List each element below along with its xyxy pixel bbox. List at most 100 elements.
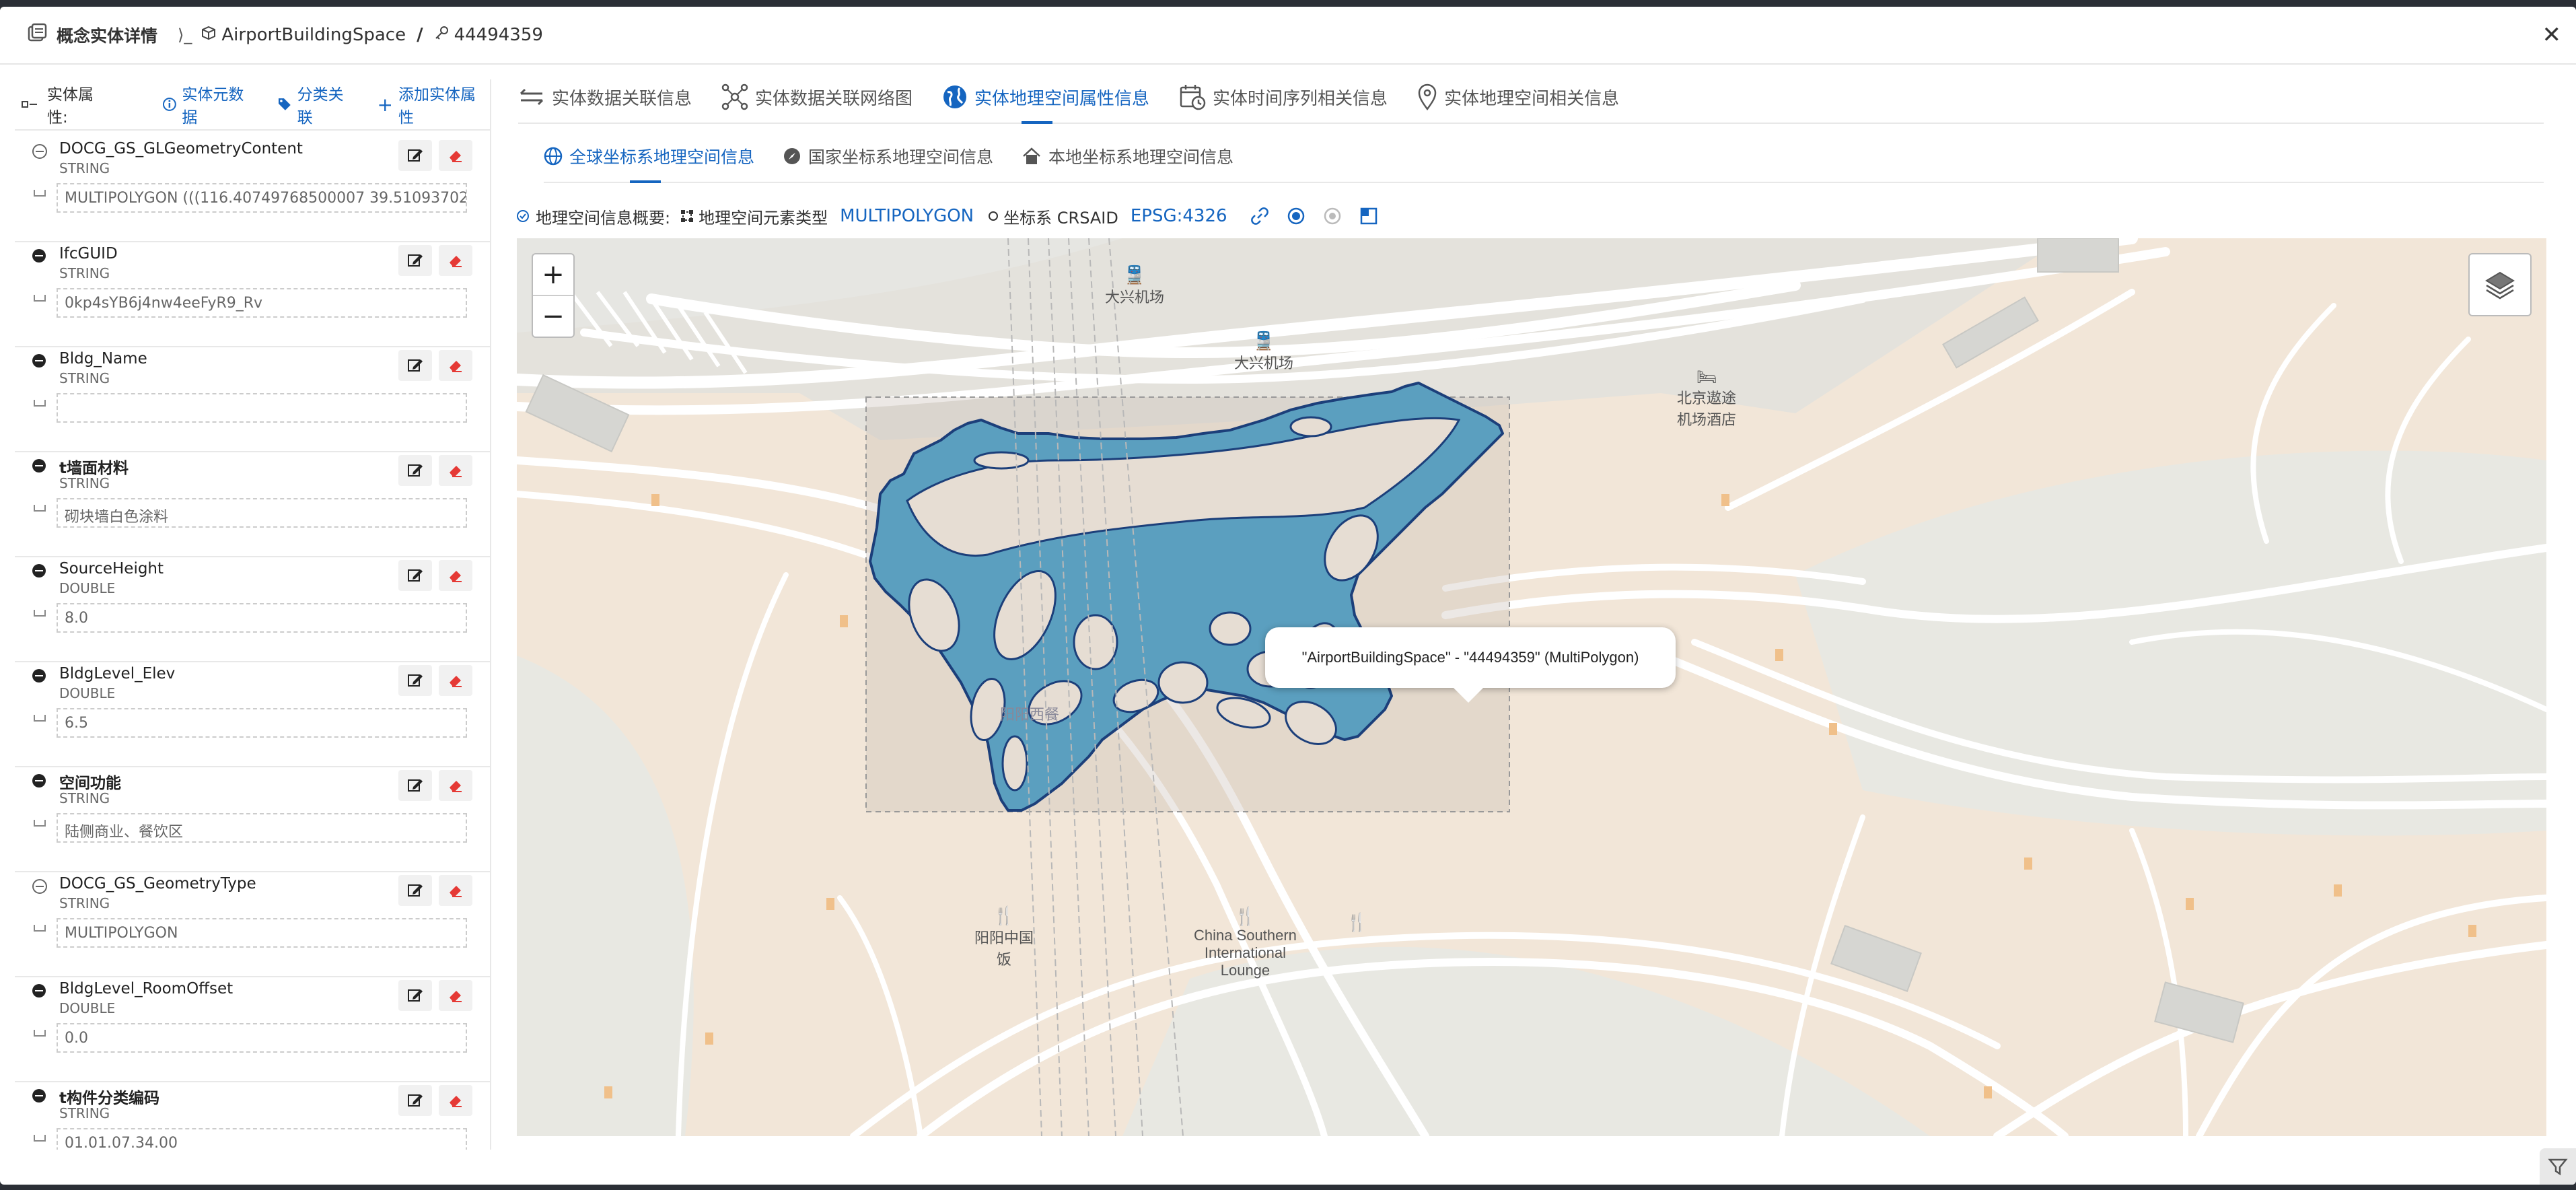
attribute-type: STRING [59,265,110,281]
tab-data-relations[interactable]: 实体数据关联信息 [518,71,692,123]
link-icon[interactable] [1250,207,1269,225]
map-label-daxing-station-1: 🚆 大兴机场 [1105,265,1165,306]
tags-icon [278,98,291,110]
collapse-toggle-icon[interactable] [32,984,46,998]
collapse-toggle-icon[interactable] [32,249,46,262]
delete-icon[interactable] [439,980,472,1011]
category-link-label: 分类关联 [297,86,344,127]
attribute-value[interactable]: MULTIPOLYGON [57,918,467,948]
bed-icon: 🛏 [1696,368,1717,386]
subtab-label: 全球坐标系地理空间信息 [569,147,755,167]
collapse-toggle-icon[interactable] [32,1089,46,1102]
edit-icon[interactable] [398,665,432,696]
attribute-value[interactable]: 0.0 [57,1023,467,1053]
delete-icon[interactable] [439,560,472,591]
value-indent-icon [34,400,46,407]
delete-icon[interactable] [439,245,472,276]
attribute-value[interactable] [57,393,467,423]
value-indent-icon [34,715,46,722]
calendar-clock-icon [1180,85,1206,110]
crs-value: EPSG:4326 [1130,206,1227,226]
value-indent-icon [34,820,46,827]
delete-icon[interactable] [439,875,472,906]
zoom-in-button[interactable]: + [533,254,573,296]
value-indent-icon [34,1030,46,1037]
delete-icon[interactable] [439,350,472,381]
tab-geospatial-related[interactable]: 实体地理空间相关信息 [1417,71,1619,123]
category-link[interactable]: 分类关联 [277,81,359,127]
entity-metadata-link[interactable]: 实体元数据 [162,81,258,127]
edit-icon[interactable] [398,1085,432,1116]
check-circle-icon [517,210,529,222]
filter-corner-button[interactable] [2540,1148,2576,1185]
layers-button[interactable] [2468,253,2532,316]
map-label-daxing-station-2: 🚆 大兴机场 [1234,331,1294,372]
collapse-toggle-icon[interactable] [32,459,46,473]
entity-metadata-label: 实体元数据 [182,86,244,127]
attribute-list: DOCG_GS_GLGeometryContent STRING MULTIPO… [15,131,490,1150]
edit-icon[interactable] [398,980,432,1011]
attribute-value[interactable]: 8.0 [57,603,467,633]
attribute-value[interactable]: 陆侧商业、餐饮区 [57,813,467,843]
delete-icon[interactable] [439,665,472,696]
subtab-global-crs[interactable]: 全球坐标系地理空间信息 [544,131,755,183]
geospatial-summary: 地理空间信息概要: 地理空间元素类型 MULTIPOLYGON 坐标系 CRSA… [515,199,1378,233]
delete-icon[interactable] [439,1085,472,1116]
path-separator: ⟩_ [178,26,192,44]
subtab-label: 国家坐标系地理空间信息 [808,147,994,167]
map-pin-icon [1418,83,1437,110]
edit-icon[interactable] [398,245,432,276]
tab-relation-graph[interactable]: 实体数据关联网络图 [721,71,913,123]
map-frame-icon[interactable] [1359,207,1378,225]
attribute-name: 空间功能 [59,775,121,792]
edit-icon[interactable] [398,770,432,801]
crs-circle-icon [989,211,999,221]
attribute-value[interactable]: 0kp4sYB6j4nw4eeFyR9_Rv [57,288,467,318]
attribute-row: t墙面材料 STRING 砌块墙白色涂料 [15,452,490,557]
radio-unselected-icon[interactable] [1323,207,1342,225]
collapse-toggle-icon[interactable] [32,774,46,788]
attribute-value[interactable]: MULTIPOLYGON (((116.40749768500007 39.51… [57,183,467,213]
attribute-value[interactable]: 01.01.07.34.00 [57,1128,467,1150]
compass-icon [784,148,801,164]
plus-icon: + [377,93,393,116]
collapse-toggle-icon[interactable] [32,564,46,578]
key-icon [434,25,449,45]
attribute-type: DOUBLE [59,1000,116,1016]
collapse-toggle-icon[interactable] [32,354,46,368]
delete-icon[interactable] [439,770,472,801]
attribute-panel-header: 实体属性: 实体元数据 分类关联 + 添加实体属性 [15,79,490,131]
delete-icon[interactable] [439,140,472,171]
edit-icon[interactable] [398,560,432,591]
tab-time-series[interactable]: 实体时间序列相关信息 [1179,71,1388,123]
arrows-exchange-icon [520,88,544,106]
close-icon[interactable]: ✕ [2542,22,2562,48]
map-view[interactable]: 🚆 大兴机场 🚆 大兴机场 🛏 北京遨途 机场酒店 🍴 阳阳中国 饭 🍴 Chi… [517,238,2546,1136]
attribute-type: STRING [59,895,110,911]
collapse-toggle-icon[interactable] [32,669,46,682]
map-label-faded: 阳阳西餐 [1000,707,1060,724]
attribute-value[interactable]: 砌块墙白色涂料 [57,498,467,528]
path-slash: / [417,25,423,45]
collapse-toggle-icon[interactable] [32,144,47,159]
attribute-row: IfcGUID STRING 0kp4sYB6j4nw4eeFyR9_Rv [15,242,490,347]
add-attribute-link[interactable]: + 添加实体属性 [377,81,490,127]
add-attribute-label: 添加实体属性 [398,86,476,127]
delete-icon[interactable] [439,455,472,486]
title-bar: 概念实体详情 ⟩_ AirportBuildingSpace / 4449435… [0,7,2576,65]
attribute-row: DOCG_GS_GeometryType STRING MULTIPOLYGON [15,872,490,977]
subtab-national-crs[interactable]: 国家坐标系地理空间信息 [783,131,993,182]
edit-icon[interactable] [398,875,432,906]
collapse-toggle-icon[interactable] [32,879,47,894]
attribute-value[interactable]: 6.5 [57,708,467,738]
edit-icon[interactable] [398,455,432,486]
value-indent-icon [34,925,46,932]
modal-title: 概念实体详情 [57,26,158,46]
edit-icon[interactable] [398,140,432,171]
map-label-china-southern-lounge: 🍴 China Southern International Lounge [1194,906,1297,979]
edit-icon[interactable] [398,350,432,381]
radio-selected-icon[interactable] [1287,207,1305,225]
zoom-out-button[interactable]: − [533,296,573,337]
tab-geospatial-attributes[interactable]: 实体地理空间属性信息 [942,71,1149,124]
subtab-local-crs[interactable]: 本地坐标系地理空间信息 [1022,131,1233,182]
